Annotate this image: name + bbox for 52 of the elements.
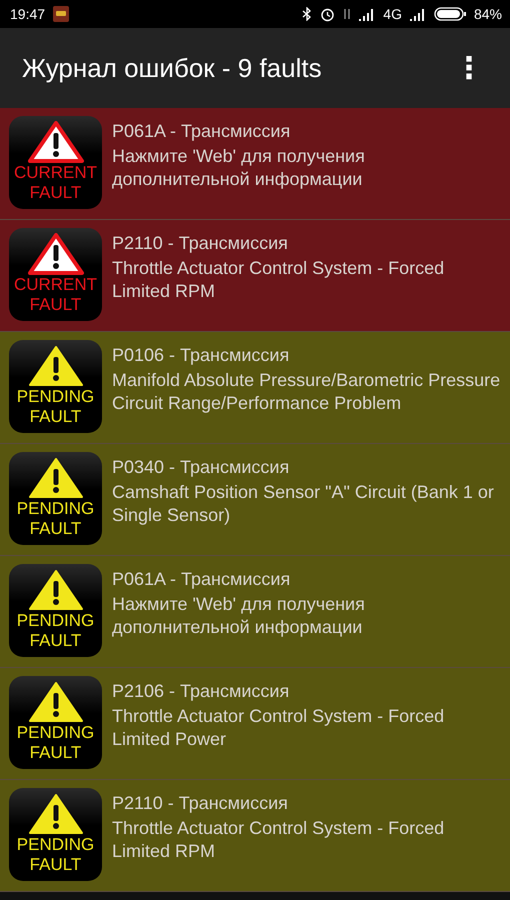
clock-time: 19:47 [10,6,46,22]
fault-code: P2106 - Трансмиссия [112,680,290,703]
signal-icon [410,8,426,20]
fault-row[interactable]: PENDING FAULT P2110 - Трансмиссия Throttle Actuator Control System - Forced Limited RPM [0,780,510,892]
fault-code: P061A - Трансмиссия [112,120,292,143]
fault-code: P2110 - Трансмиссия [112,792,289,815]
warning-icon [28,681,84,723]
fault-description: Throttle Actuator Control System - Forced Limited Power [112,705,446,751]
fault-code: P2110 - Трансмиссия [112,232,289,255]
bluetooth-icon [302,7,312,21]
badge-label: PENDING [16,611,94,631]
fault-description: Camshaft Position Sensor "A" Circuit (Bank 1 or Single Sensor) [112,481,495,527]
badge-label: PENDING [16,499,94,519]
badge-label: CURRENT [14,275,98,295]
fault-code: P061A - Трансмиссия [112,568,292,591]
warning-icon [28,569,84,611]
warning-icon [28,121,84,163]
fault-row[interactable]: PENDING FAULT P2106 - Трансмиссия Throttle Actuator Control System - Forced Limited Power [0,668,510,780]
badge-label: FAULT [30,183,82,203]
badge-label: FAULT [30,631,82,651]
alarm-icon [320,6,336,22]
battery-percent: 84% [474,6,502,22]
fault-description: Нажмите 'Web' для получения дополнительной информации [112,593,366,639]
battery-icon [434,7,466,21]
fault-row[interactable]: PENDING FAULT P061A - Трансмиссия Нажмите 'Web' для получения дополнительной информации [0,556,510,668]
car-app-icon [53,6,70,22]
warning-icon [28,793,84,835]
menu-button[interactable]: ⋮ [450,50,488,86]
fault-description: Нажмите 'Web' для получения дополнительной информации [112,145,366,191]
badge-label: FAULT [30,743,82,763]
fault-code: P0340 - Трансмиссия [112,456,290,479]
badge-label: FAULT [30,519,82,539]
warning-icon [28,457,84,499]
badge-label: FAULT [30,855,82,875]
fault-description: Throttle Actuator Control System - Forced Limited RPM [112,257,446,303]
badge-label: PENDING [16,723,94,743]
fault-row[interactable]: PENDING FAULT P0106 - Трансмиссия Manifold Absolute Pressure/Barometric Pressure Circuit Range/Performance Problem [0,332,510,444]
warning-icon [28,345,84,387]
screen-title: Журнал ошибок - 9 faults [22,52,323,84]
badge-label: PENDING [16,387,94,407]
signal-icon [359,8,376,20]
fault-row[interactable]: PENDING FAULT P0340 - Трансмиссия Camshaft Position Sensor "A" Circuit (Bank 1 or Single Sensor) [0,444,510,556]
fault-code: P0106 - Трансмиссия [112,344,290,367]
badge-label: FAULT [30,407,82,427]
badge-label: FAULT [30,295,82,315]
badge-label: CURRENT [14,163,98,183]
warning-icon [28,233,84,275]
data-arrows-icon [343,7,352,21]
network-type: 4G [383,6,402,22]
fault-description: Manifold Absolute Pressure/Barometric Pressure Circuit Range/Performance Problem [112,369,502,415]
badge-label: PENDING [16,835,94,855]
fault-description: Throttle Actuator Control System - Forced Limited RPM [112,817,446,863]
